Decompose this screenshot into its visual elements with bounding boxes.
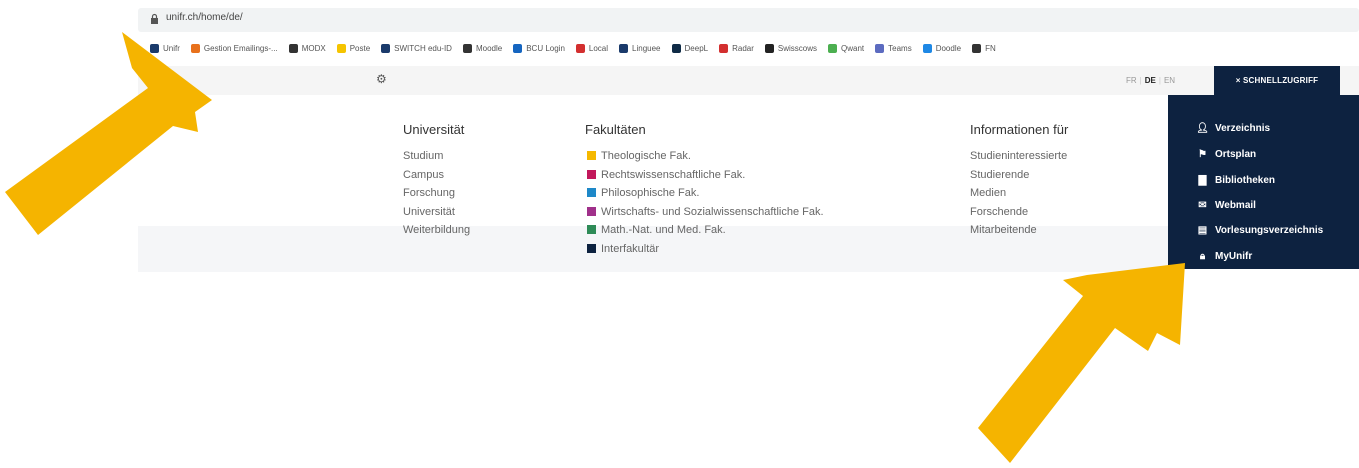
bookmark-item[interactable]: Moodle bbox=[462, 40, 503, 56]
deepl-icon bbox=[671, 43, 681, 53]
quick-item-webmail[interactable]: ✉ Webmail bbox=[1196, 200, 1256, 211]
bookmark-item[interactable]: Qwant bbox=[828, 40, 864, 56]
lang-en[interactable]: EN bbox=[1164, 76, 1175, 85]
faculty-color-square bbox=[587, 151, 596, 160]
faculty-item[interactable]: Math.-Nat. und Med. Fak. bbox=[587, 221, 824, 240]
menu-list-informationen: Studieninteressierte Studierende Medien … bbox=[970, 147, 1067, 240]
faculty-color-square bbox=[587, 243, 596, 253]
bookmark-item[interactable]: SWITCH edu-ID bbox=[381, 40, 452, 56]
quick-access-button[interactable]: × SCHNELLZUGRIFF bbox=[1214, 66, 1340, 95]
quick-item-myunifr[interactable]: 🔒︎ MyUnifr bbox=[1196, 251, 1252, 262]
menu-item-universitaet[interactable]: Universität bbox=[403, 203, 470, 222]
quick-item-bibliotheken[interactable]: ▇ Bibliotheken bbox=[1196, 175, 1275, 186]
bookmark-label: FN bbox=[985, 43, 996, 53]
bookmark-label: Doodle bbox=[935, 43, 962, 53]
arrow-pointing-up-right bbox=[978, 263, 1185, 463]
linguee-icon bbox=[619, 43, 629, 53]
quick-item-ortsplan[interactable]: ⚑ Ortsplan bbox=[1196, 149, 1256, 160]
language-switcher: FR | DE | EN bbox=[1126, 76, 1176, 85]
bookmark-item[interactable]: DeepL bbox=[671, 40, 709, 56]
menu-item-studieninteressierte[interactable]: Studieninteressierte bbox=[970, 147, 1067, 166]
menu-item-studierende[interactable]: Studierende bbox=[970, 166, 1067, 185]
bookmark-label: Moodle bbox=[475, 43, 503, 53]
faculty-color-square bbox=[587, 188, 596, 198]
menu-item-forschung[interactable]: Forschung bbox=[403, 184, 470, 203]
bookmark-label: DeepL bbox=[684, 43, 709, 53]
menu-item-weiterbildung[interactable]: Weiterbildung bbox=[403, 221, 470, 240]
menu-title-informationen: Informationen für bbox=[970, 122, 1069, 137]
book-icon: ▇ bbox=[1198, 175, 1207, 186]
bookmark-label: Qwant bbox=[841, 43, 865, 53]
cloud-icon bbox=[381, 43, 391, 53]
bookmark-item[interactable]: MODX bbox=[288, 40, 326, 56]
menu-item-medien[interactable]: Medien bbox=[970, 184, 1067, 203]
address-bar[interactable] bbox=[138, 8, 1359, 32]
doodle-icon bbox=[922, 43, 932, 53]
local-icon bbox=[575, 43, 585, 53]
bookmark-item[interactable]: Linguee bbox=[619, 40, 661, 56]
bookmark-label: Poste bbox=[349, 43, 371, 53]
swisscows-icon bbox=[764, 43, 774, 53]
modx-icon bbox=[288, 43, 298, 53]
site-top-bar bbox=[138, 66, 1359, 95]
fn-icon bbox=[972, 43, 982, 53]
bookmark-item[interactable]: Teams bbox=[875, 40, 912, 56]
quick-item-vorlesungsverzeichnis[interactable]: ▤ Vorlesungsverzeichnis bbox=[1196, 225, 1323, 236]
quick-item-verzeichnis[interactable]: 👤︎ Verzeichnis bbox=[1196, 123, 1270, 134]
faculty-item[interactable]: Interfakultär bbox=[587, 240, 824, 259]
arrow-pointing-up-left bbox=[5, 32, 212, 235]
bookmark-label: BCU Login bbox=[526, 43, 565, 53]
bookmark-item[interactable]: Poste bbox=[336, 40, 371, 56]
lang-de[interactable]: DE bbox=[1145, 76, 1156, 85]
poste-icon bbox=[336, 43, 346, 53]
bookmark-item[interactable]: FN bbox=[972, 40, 996, 56]
gear-icon[interactable]: ⚙ bbox=[376, 72, 387, 86]
menu-item-mitarbeitende[interactable]: Mitarbeitende bbox=[970, 221, 1067, 240]
bookmark-item[interactable]: BCU Login bbox=[513, 40, 565, 56]
bcu-icon bbox=[513, 43, 523, 53]
menu-item-studium[interactable]: Studium bbox=[403, 147, 470, 166]
shield-icon bbox=[719, 43, 729, 53]
menu-list-universitaet: Studium Campus Forschung Universität Wei… bbox=[403, 147, 470, 240]
faculty-color-square bbox=[587, 206, 596, 216]
moodle-icon bbox=[462, 43, 472, 53]
bookmark-label: Teams bbox=[888, 43, 912, 53]
faculty-color-square bbox=[587, 225, 596, 235]
faculty-item[interactable]: Philosophische Fak. bbox=[587, 184, 824, 203]
faculty-item[interactable]: Wirtschafts- und Sozialwissenschaftliche… bbox=[587, 203, 824, 222]
faculty-item[interactable]: Theologische Fak. bbox=[587, 147, 824, 166]
mail-icon: ✉ bbox=[1198, 200, 1207, 211]
menu-item-forschende[interactable]: Forschende bbox=[970, 203, 1067, 222]
person-icon: 👤︎ bbox=[1196, 123, 1209, 134]
qwant-icon bbox=[828, 43, 838, 53]
menu-item-campus[interactable]: Campus bbox=[403, 166, 470, 185]
bookmark-item[interactable]: Swisscows bbox=[764, 40, 818, 56]
bookmark-label: Linguee bbox=[632, 43, 661, 53]
faculty-item[interactable]: Rechtswissenschaftliche Fak. bbox=[587, 166, 824, 185]
bookmark-label: Radar bbox=[732, 43, 754, 53]
menu-title-universitaet: Universität bbox=[403, 122, 465, 137]
bookmarks-bar: Unifr Gestion Emailings-... MODX Poste SWITC… bbox=[150, 40, 1359, 56]
menu-title-fakultaeten: Fakultäten bbox=[585, 122, 646, 137]
faculty-color-square bbox=[587, 169, 596, 179]
bookmark-label: Swisscows bbox=[777, 43, 818, 53]
menu-list-fakultaeten: Theologische Fak. Rechtswissenschaftlich… bbox=[587, 147, 824, 259]
bookmark-item[interactable]: Local bbox=[575, 40, 609, 56]
bookmark-label: MODX bbox=[301, 43, 326, 53]
map-pin-icon: ⚑ bbox=[1198, 149, 1207, 160]
bookmark-item[interactable]: Radar bbox=[719, 40, 754, 56]
teams-icon bbox=[875, 43, 885, 53]
bookmark-item[interactable]: Doodle bbox=[922, 40, 962, 56]
bookmark-label: Local bbox=[588, 43, 609, 53]
lang-fr[interactable]: FR bbox=[1126, 76, 1137, 85]
bookmark-label: SWITCH edu-ID bbox=[394, 43, 452, 53]
list-icon: ▤ bbox=[1197, 225, 1208, 236]
